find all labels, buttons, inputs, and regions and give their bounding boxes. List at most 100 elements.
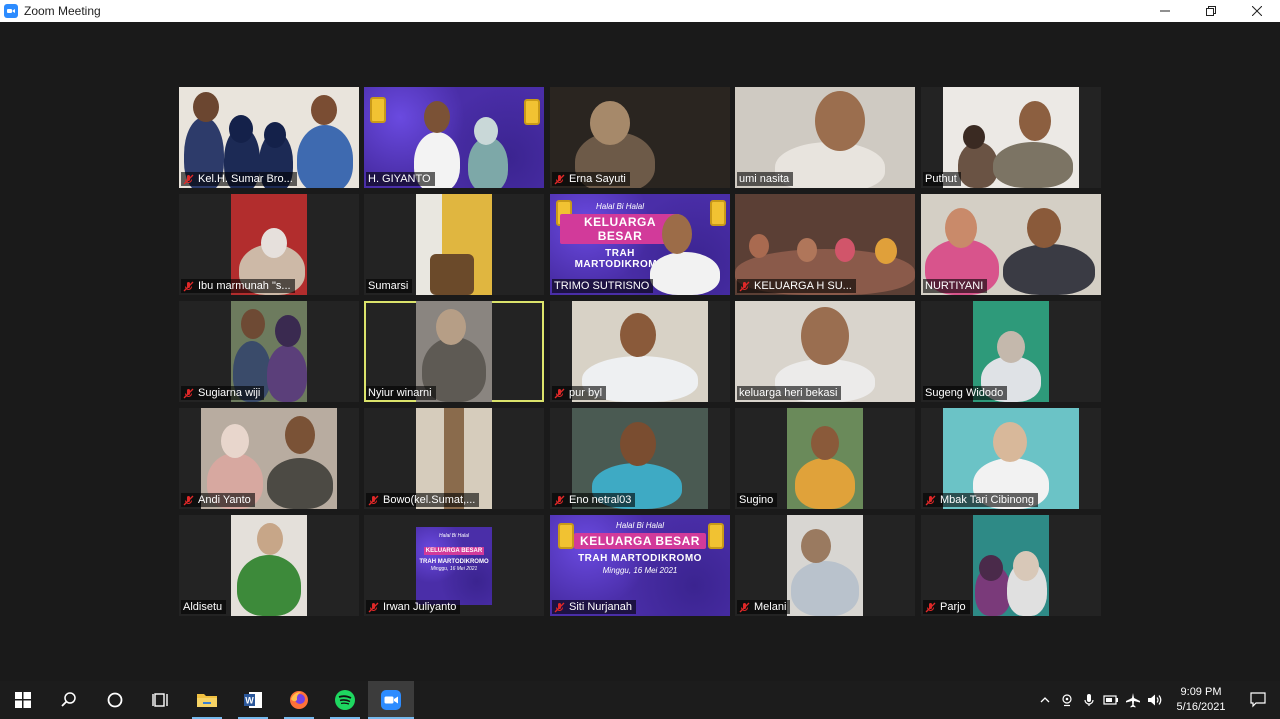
participant-name-tag: Kel.H. Sumar Bro...	[181, 172, 297, 186]
cortana-button[interactable]	[92, 681, 138, 719]
participant-name-tag: Nyiur winarni	[366, 386, 436, 400]
search-icon	[61, 692, 76, 707]
participant-tile[interactable]: Andi Yanto	[179, 408, 359, 509]
participant-name-tag: Siti Nurjanah	[552, 600, 636, 614]
clock-date: 5/16/2021	[1176, 701, 1226, 713]
participant-tile[interactable]: Sugino	[735, 408, 915, 509]
firefox-button[interactable]	[276, 681, 322, 719]
participant-tile[interactable]: Eno netral03	[550, 408, 730, 509]
participant-tile[interactable]: Sumarsi	[364, 194, 544, 295]
battery-tray-button[interactable]	[1100, 681, 1122, 719]
participant-tile[interactable]: Kel.H. Sumar Bro...	[179, 87, 359, 188]
muted-mic-icon	[554, 388, 565, 398]
participant-video: Halal Bi Halal KELUARGA BESAR TRAH MARTO…	[416, 527, 492, 605]
close-button[interactable]	[1234, 0, 1280, 22]
participant-name-tag: Sugiarna wiji	[181, 386, 265, 400]
muted-mic-icon	[739, 281, 750, 291]
participant-video	[231, 515, 307, 616]
speaker-icon	[1148, 694, 1162, 706]
battery-icon	[1103, 695, 1118, 705]
muted-mic-icon	[554, 495, 565, 505]
window-title: Zoom Meeting	[24, 4, 101, 18]
participant-tile[interactable]: Ibu marmunah "s...	[179, 194, 359, 295]
participant-tile[interactable]: Bowo(kel.Sumat,...	[364, 408, 544, 509]
participant-video	[943, 87, 1079, 188]
participant-tile[interactable]: Puthut	[921, 87, 1101, 188]
participant-tile[interactable]: Halal Bi Halal KELUARGA BESAR TRAH MARTO…	[364, 515, 544, 616]
show-hidden-icons-button[interactable]	[1034, 681, 1056, 719]
participant-name-tag: Aldisetu	[181, 600, 227, 614]
participant-name-tag: Eno netral03	[552, 493, 636, 507]
participant-tile[interactable]: Halal Bi Halal KELUARGA BESAR TRAH MARTO…	[550, 515, 730, 616]
participant-tile[interactable]: Erna Sayuti	[550, 87, 730, 188]
taskbar-clock[interactable]: 9:09 PM 5/16/2021	[1166, 685, 1236, 715]
participant-tile[interactable]: Mbak Tari Cibinong	[921, 408, 1101, 509]
participant-name-tag: Bowo(kel.Sumat,...	[366, 493, 480, 507]
system-tray: 9:09 PM 5/16/2021	[1034, 681, 1280, 719]
participant-name-tag: umi nasita	[737, 172, 794, 186]
participant-tile[interactable]: Parjo	[921, 515, 1101, 616]
windows-logo-icon	[15, 692, 31, 708]
chevron-up-icon	[1040, 697, 1050, 703]
airplane-mode-icon	[1126, 693, 1140, 708]
participant-tile[interactable]: umi nasita	[735, 87, 915, 188]
participant-name-tag: Sugeng Widodo	[923, 386, 1008, 400]
zoom-icon	[381, 690, 401, 710]
folder-icon	[197, 694, 217, 707]
participant-name-tag: Sumarsi	[366, 279, 413, 293]
muted-mic-icon	[554, 602, 565, 612]
spotify-button[interactable]	[322, 681, 368, 719]
title-bar: Zoom Meeting	[0, 0, 1280, 23]
participant-tile[interactable]: Sugeng Widodo	[921, 301, 1101, 402]
muted-mic-icon	[183, 495, 194, 505]
participant-tile[interactable]: pur byl	[550, 301, 730, 402]
zoom-taskbar-button[interactable]	[368, 681, 414, 719]
search-button[interactable]	[46, 681, 92, 719]
participant-name-tag: Irwan Juliyanto	[366, 600, 461, 614]
clock-time: 9:09 PM	[1180, 686, 1222, 698]
volume-tray-button[interactable]	[1144, 681, 1166, 719]
participant-tile[interactable]: KELUARGA H SU...	[735, 194, 915, 295]
firefox-icon	[290, 691, 308, 709]
participant-tile[interactable]: keluarga heri bekasi	[735, 301, 915, 402]
participant-tile[interactable]: Halal Bi Halal KELUARGA BESAR TRAH MARTO…	[550, 194, 730, 295]
word-icon: W	[244, 692, 262, 708]
muted-mic-icon	[183, 174, 194, 184]
minimize-button[interactable]	[1142, 0, 1188, 22]
participant-tile[interactable]: NURTIYANI	[921, 194, 1101, 295]
participant-tile[interactable]: Melani	[735, 515, 915, 616]
participant-name-tag: Melani	[737, 600, 791, 614]
participant-tile[interactable]: H. GIYANTO	[364, 87, 544, 188]
participant-tile-active-speaker[interactable]: Nyiur winarni	[364, 301, 544, 402]
participant-name-tag: TRIMO SUTRISNO	[552, 279, 654, 293]
participant-tile[interactable]: Aldisetu	[179, 515, 359, 616]
restore-button[interactable]	[1188, 0, 1234, 22]
participant-name-tag: NURTIYANI	[923, 279, 988, 293]
muted-mic-icon	[554, 174, 565, 184]
participant-name-tag: Mbak Tari Cibinong	[923, 493, 1038, 507]
network-tray-button[interactable]	[1122, 681, 1144, 719]
gallery-view: Kel.H. Sumar Bro... H. GIYANTO Erna Sayu…	[0, 22, 1280, 681]
participant-name-tag: Erna Sayuti	[552, 172, 630, 186]
participant-video	[787, 515, 863, 616]
participant-name-tag: Puthut	[923, 172, 961, 186]
participant-tile[interactable]: Sugiarna wiji	[179, 301, 359, 402]
participant-name-tag: keluarga heri bekasi	[737, 386, 842, 400]
action-center-button[interactable]	[1236, 681, 1280, 719]
participant-video	[973, 515, 1049, 616]
muted-mic-icon	[925, 495, 936, 505]
microphone-icon	[1084, 694, 1094, 706]
word-button[interactable]: W	[230, 681, 276, 719]
file-explorer-button[interactable]	[184, 681, 230, 719]
webcam-tray-button[interactable]	[1056, 681, 1078, 719]
notification-icon	[1250, 692, 1266, 708]
webcam-icon	[1062, 694, 1072, 707]
zoom-app-icon	[4, 4, 18, 18]
start-button[interactable]	[0, 681, 46, 719]
task-view-icon	[152, 693, 168, 707]
svg-text:W: W	[245, 696, 254, 706]
spotify-icon	[335, 690, 355, 710]
participant-name-tag: pur byl	[552, 386, 607, 400]
task-view-button[interactable]	[138, 681, 184, 719]
microphone-tray-button[interactable]	[1078, 681, 1100, 719]
